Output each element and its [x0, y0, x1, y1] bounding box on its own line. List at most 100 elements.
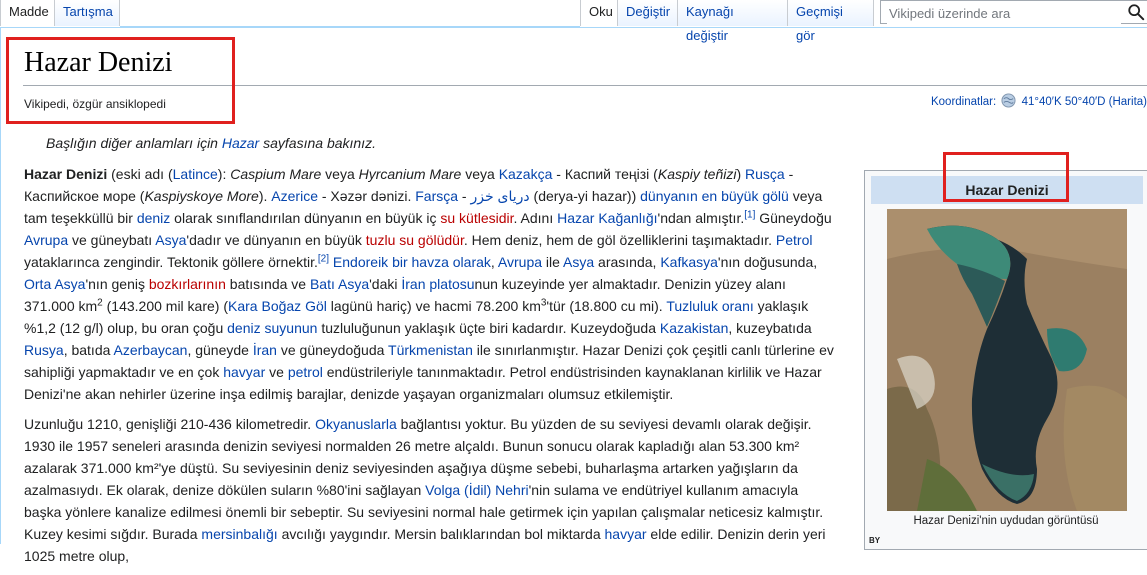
wiki-link[interactable]: Rusya: [24, 342, 64, 358]
wiki-link[interactable]: Avrupa: [498, 254, 542, 270]
text-run: ).: [258, 188, 272, 204]
italic-text: Kaspiyskoye More: [144, 188, 259, 204]
tab-history[interactable]: Geçmişi gör: [788, 0, 874, 43]
wiki-link[interactable]: Endoreik bir havza olarak: [333, 254, 491, 270]
search-input[interactable]: [887, 2, 1121, 24]
wiki-link[interactable]: Latince: [173, 166, 218, 182]
infobox: Hazar Denizi Hazar Denizi'nin uydudan gö…: [864, 170, 1147, 550]
tab-read[interactable]: Oku: [580, 0, 618, 26]
hatnote: Başlığın diğer anlamları için Hazar sayf…: [46, 135, 376, 151]
text-run: 'nın geniş: [85, 276, 149, 292]
text-run: 'nın doğusunda,: [717, 254, 818, 270]
text-run: ):: [217, 166, 231, 182]
text-run: (143.200 mil kare) (: [102, 298, 229, 314]
text-run: 'daki: [369, 276, 402, 292]
wiki-link[interactable]: Okyanuslarla: [315, 416, 397, 432]
text-run: 'ndan almıştır.: [657, 210, 745, 226]
text-run: avcılığı yaygındır. Mersin balıklarından…: [277, 526, 605, 542]
wiki-link[interactable]: Kazakistan: [660, 320, 728, 336]
wiki-link[interactable]: Kara Boğaz Göl: [228, 298, 327, 314]
text-run: ,: [490, 254, 498, 270]
text-run: - Xəzər dənizi.: [317, 188, 416, 204]
text-run: ile: [542, 254, 564, 270]
wiki-link[interactable]: Asya: [155, 232, 186, 248]
text-run: veya: [461, 166, 499, 182]
citation-link[interactable]: [1]: [744, 209, 755, 220]
wiki-link[interactable]: havyar: [223, 364, 265, 380]
infobox-caption: Hazar Denizi'nin uydudan görüntüsü: [913, 515, 1099, 527]
wiki-link[interactable]: Farsça: [415, 188, 458, 204]
wiki-link[interactable]: İran: [253, 342, 277, 358]
wiki-link[interactable]: Kafkasya: [660, 254, 718, 270]
wiki-link[interactable]: Rusça: [745, 166, 785, 182]
text-run: , kuzeybatıda: [728, 320, 812, 336]
wiki-link[interactable]: Asya: [563, 254, 594, 270]
text-run: arasında,: [594, 254, 661, 270]
wiki-link[interactable]: Batı Asya: [310, 276, 369, 292]
wiki-link[interactable]: deniz: [137, 210, 170, 226]
wiki-link[interactable]: Petrol: [776, 232, 813, 248]
tab-talk[interactable]: Tartışma: [55, 0, 120, 26]
text-run: lagünü hariç) ve hacmi 78.200 km: [326, 298, 541, 314]
italic-text: Caspium Mare: [230, 166, 322, 182]
text-run: -: [458, 188, 471, 204]
wiki-link[interactable]: havyar: [605, 526, 647, 542]
coordinates-label[interactable]: Koordinatlar:: [931, 96, 996, 108]
wiki-link[interactable]: Hazar Kağanlığı: [557, 210, 657, 226]
text-run: tuzluluğunun yaklaşık üçte biri kadardır…: [317, 320, 660, 336]
wiki-link[interactable]: Tuzluluk oranı: [666, 298, 753, 314]
text-run: . Hem deniz, hem de göl özelliklerini ta…: [463, 232, 776, 248]
tab-edit[interactable]: Değiştir: [618, 0, 678, 26]
text-run: , batıda: [63, 342, 114, 358]
red-link[interactable]: tuzlu su gölüdür: [366, 232, 464, 248]
red-link[interactable]: bozkırlarının: [149, 276, 226, 292]
coordinates-value[interactable]: 41°40′K 50°40′D (Harita): [1022, 96, 1147, 108]
hatnote-link[interactable]: Hazar: [222, 135, 259, 151]
coordinates: Koordinatlar: 41°40′K 50°40′D (Harita): [931, 93, 1147, 108]
text-run: veya: [321, 166, 359, 182]
text-run: (eski adı: [107, 166, 168, 182]
text-run: yataklarınca zengindir. Tektonik göllere…: [24, 254, 318, 270]
text-run: , güneyde: [187, 342, 253, 358]
wiki-link[interactable]: Orta Asya: [24, 276, 85, 292]
top-tab-bar: Madde Tartışma Oku Değiştir Kaynağı deği…: [0, 0, 1147, 43]
wiki-link[interactable]: mersinbalığı: [201, 526, 277, 542]
content-area: Hazar Denizi Vikipedi, özgür ansiklopedi…: [0, 27, 1147, 564]
wiki-link[interactable]: Azerbaycan: [114, 342, 188, 358]
wiki-link[interactable]: deniz suyunun: [227, 320, 317, 336]
text-run: ve güneybatı: [68, 232, 156, 248]
search-icon[interactable]: [1127, 3, 1145, 21]
text-run: olarak sınıflandırılan dünyanın en büyük…: [170, 210, 441, 226]
article-body: Hazar Denizi (eski adı (Latince): Caspiu…: [24, 163, 836, 575]
text-run: ): [736, 166, 746, 182]
wiki-link[interactable]: دریای خزر: [471, 188, 530, 204]
text-run: Güneydoğu: [755, 210, 832, 226]
wiki-link[interactable]: Türkmenistan: [388, 342, 473, 358]
paragraph-1: Hazar Denizi (eski adı (Latince): Caspiu…: [24, 163, 836, 405]
tab-edit-source[interactable]: Kaynağı değiştir: [678, 0, 788, 43]
red-link[interactable]: su kütlesidir: [440, 210, 513, 226]
text-run: batısında ve: [225, 276, 310, 292]
text-run: 'tür (18.800 cu mi).: [546, 298, 667, 314]
wiki-link[interactable]: Volga (İdil) Nehri: [425, 482, 529, 498]
tab-article[interactable]: Madde: [0, 0, 55, 26]
bold-text: Hazar Denizi: [24, 166, 108, 182]
citation-link[interactable]: [2]: [318, 253, 329, 264]
title-highlight-box: [6, 37, 235, 124]
wiki-link[interactable]: dünyanın en büyük gölü: [640, 188, 789, 204]
wiki-link[interactable]: Kazakça: [499, 166, 553, 182]
wiki-link[interactable]: Avrupa: [24, 232, 68, 248]
globe-icon: [1001, 93, 1016, 108]
infobox-title-highlight-box: [943, 152, 1069, 202]
italic-text: Hyrcanium Mare: [358, 166, 462, 182]
text-run: Uzunluğu 1210, genişliği 210-436 kilomet…: [24, 416, 316, 432]
wiki-link[interactable]: Azerice: [271, 188, 318, 204]
text-run: (derya-yi hazar)): [529, 188, 641, 204]
hatnote-text-before: Başlığın diğer anlamları için: [46, 135, 222, 151]
infobox-satellite-image[interactable]: [887, 209, 1127, 511]
text-run: . Adını: [513, 210, 558, 226]
text-run: ve güneydoğuda: [276, 342, 389, 358]
wiki-link[interactable]: İran platosu: [401, 276, 474, 292]
wiki-link[interactable]: petrol: [288, 364, 323, 380]
text-run: - Каспий теңізі (: [552, 166, 658, 182]
